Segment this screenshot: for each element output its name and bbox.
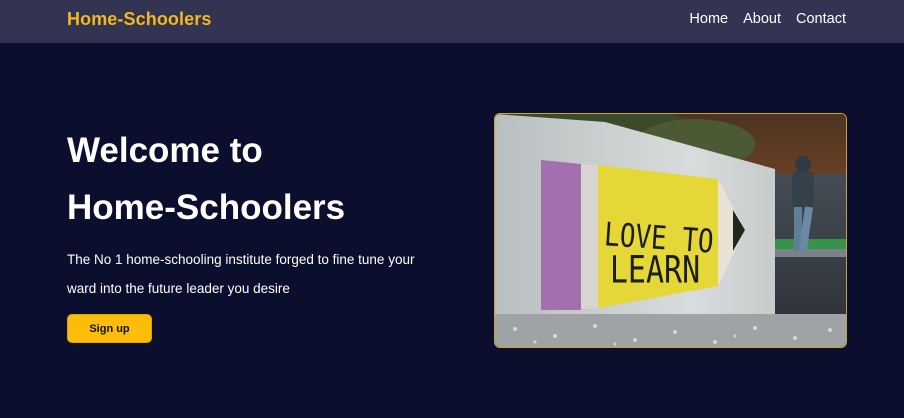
hero-description: The No 1 home-schooling institute forged… <box>67 252 415 296</box>
hero-image: LOVE TO LEARN <box>494 113 847 348</box>
hero-title-line2: Home-Schoolers <box>67 188 346 227</box>
hero-title-line1: Welcome to <box>67 131 263 170</box>
nav-links: Home About Contact <box>689 11 846 27</box>
hero-title: Welcome to Home-Schoolers <box>67 122 467 236</box>
nav-link-contact[interactable]: Contact <box>796 11 846 27</box>
navbar: Home-Schoolers Home About Contact <box>0 0 904 43</box>
brand-logo[interactable]: Home-Schoolers <box>67 9 211 30</box>
image-text-line2: LEARN <box>610 249 700 293</box>
signup-button[interactable]: Sign up <box>67 314 152 343</box>
nav-link-home[interactable]: Home <box>689 11 728 27</box>
nav-link-about[interactable]: About <box>743 11 781 27</box>
